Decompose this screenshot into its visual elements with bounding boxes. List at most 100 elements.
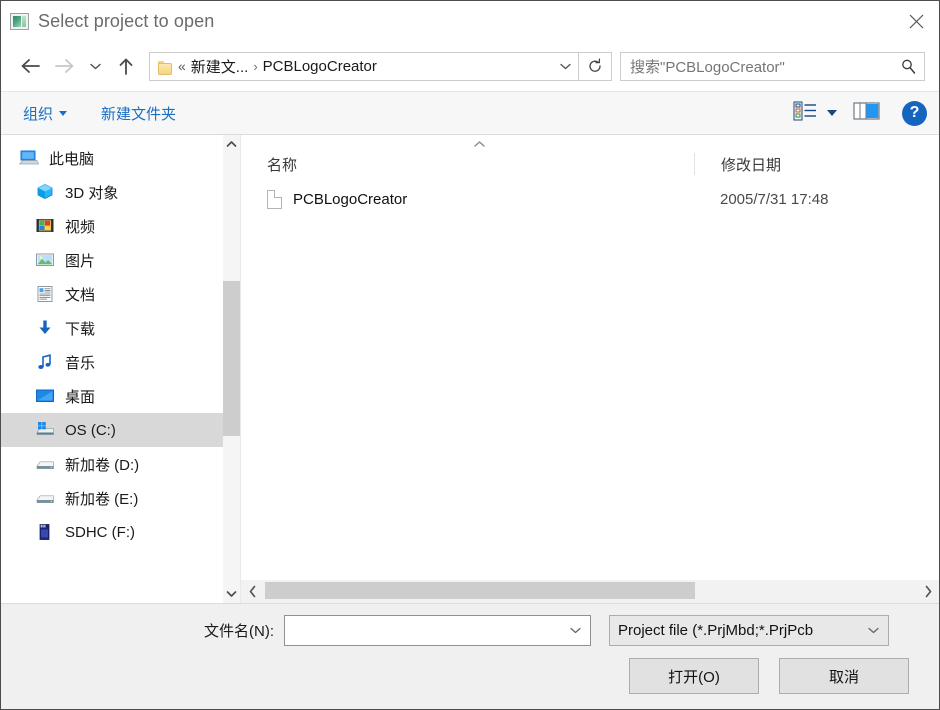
document-icon — [267, 189, 282, 209]
address-dropdown-chevron-icon[interactable] — [552, 53, 578, 80]
sidebar-item-label: 新加卷 (D:) — [65, 456, 140, 474]
new-folder-button[interactable]: 新建文件夹 — [101, 103, 176, 124]
sidebar-item-5[interactable]: 下载 — [1, 311, 223, 345]
sidebar-item-0[interactable]: 此电脑 — [1, 141, 223, 175]
preview-pane-icon — [853, 100, 880, 127]
back-arrow-icon[interactable] — [13, 49, 47, 83]
navigation-bar: « 新建文... › PCBLogoCreator 搜索"PCBLogoCrea… — [1, 41, 939, 91]
downloads-icon — [35, 319, 55, 337]
sidebar-item-9[interactable]: 新加卷 (D:) — [1, 447, 223, 481]
column-headers: 名称 修改日期 — [241, 146, 939, 182]
search-input[interactable]: 搜索"PCBLogoCreator" — [630, 56, 898, 77]
preview-pane-button[interactable] — [853, 100, 880, 127]
organize-button[interactable]: 组织 — [23, 103, 68, 124]
column-header-name[interactable]: 名称 — [241, 154, 694, 175]
file-list-horizontal-scrollbar[interactable] — [241, 580, 939, 603]
file-name-text: PCBLogoCreator — [293, 190, 408, 208]
documents-icon — [35, 285, 55, 303]
sidebar-item-3[interactable]: 图片 — [1, 243, 223, 277]
drive-icon — [35, 489, 55, 507]
scroll-thumb[interactable] — [265, 582, 695, 599]
sidebar-item-label: 桌面 — [65, 388, 96, 406]
drive-icon — [35, 455, 55, 473]
table-row[interactable]: PCBLogoCreator 2005/7/31 17:48 — [241, 182, 939, 216]
sidebar-item-label: 3D 对象 — [65, 184, 119, 202]
breadcrumb: « 新建文... › PCBLogoCreator — [150, 53, 552, 80]
pictures-icon — [35, 251, 55, 269]
scroll-track[interactable] — [263, 580, 917, 603]
windows-drive-icon — [35, 421, 55, 439]
column-header-date[interactable]: 修改日期 — [694, 153, 939, 175]
chevron-down-icon[interactable] — [862, 626, 884, 635]
file-rows: PCBLogoCreator 2005/7/31 17:48 — [241, 182, 939, 580]
breadcrumb-separator: › — [253, 58, 258, 74]
sidebar-item-8[interactable]: OS (C:) — [1, 413, 223, 447]
sort-indicator-row — [241, 135, 939, 147]
image-app-icon — [10, 12, 29, 30]
sidebar-item-label: 音乐 — [65, 354, 96, 372]
sidebar-item-7[interactable]: 桌面 — [1, 379, 223, 413]
title-bar: Select project to open — [1, 1, 939, 41]
sidebar-item-label: 此电脑 — [49, 150, 95, 168]
navigation-pane: 此电脑 3D 对象视频图片文档下载音乐桌面 OS (C:) 新加卷 (D:) 新加卷 (… — [1, 135, 241, 603]
scroll-track[interactable] — [223, 153, 240, 585]
folder-icon — [158, 60, 173, 75]
chevron-down-icon — [827, 110, 837, 116]
music-icon — [35, 353, 55, 371]
close-icon[interactable] — [893, 1, 939, 41]
3d-objects-icon — [35, 183, 55, 201]
scroll-up-arrow-icon[interactable] — [226, 135, 237, 153]
chevron-down-icon[interactable] — [564, 626, 586, 635]
sidebar-item-label: 新加卷 (E:) — [65, 490, 139, 508]
up-arrow-icon[interactable] — [109, 49, 143, 83]
sidebar-item-label: SDHC (F:) — [65, 523, 135, 541]
sdcard-icon — [35, 523, 55, 541]
sidebar-item-1[interactable]: 3D 对象 — [1, 175, 223, 209]
this-pc-icon — [18, 149, 40, 167]
search-icon[interactable] — [898, 58, 918, 75]
sidebar-item-label: OS (C:) — [65, 421, 116, 439]
scroll-down-arrow-icon[interactable] — [226, 585, 237, 603]
chevron-down-icon — [59, 110, 68, 116]
filetype-value: Project file (*.PrjMbd;*.PrjPcb — [618, 621, 814, 639]
dialog-body: 此电脑 3D 对象视频图片文档下载音乐桌面 OS (C:) 新加卷 (D:) 新加卷 (… — [1, 135, 939, 603]
desktop-icon — [35, 387, 55, 405]
dialog-footer: 文件名(N): Project file (*.PrjMbd;*.PrjPcb — [1, 603, 939, 709]
filetype-dropdown[interactable]: Project file (*.PrjMbd;*.PrjPcb — [609, 614, 889, 646]
file-date-cell: 2005/7/31 17:48 — [720, 190, 829, 208]
filename-row: 文件名(N): Project file (*.PrjMbd;*.PrjPcb — [1, 604, 939, 656]
sort-ascending-caret-icon — [473, 135, 486, 153]
help-button[interactable]: ? — [902, 100, 927, 126]
videos-icon — [35, 217, 55, 235]
sidebar-item-6[interactable]: 音乐 — [1, 345, 223, 379]
dialog-buttons: 打开(O) 取消 — [629, 658, 909, 694]
file-open-dialog: Select project to open « 新建文... › PCBLog… — [0, 0, 940, 710]
scroll-left-arrow-icon[interactable] — [241, 585, 263, 598]
window-title: Select project to open — [38, 10, 215, 31]
sidebar-item-label: 文档 — [65, 286, 96, 304]
sidebar-vertical-scrollbar[interactable] — [223, 135, 240, 603]
new-folder-label: 新建文件夹 — [101, 105, 177, 123]
sidebar-item-4[interactable]: 文档 — [1, 277, 223, 311]
file-list-pane: 名称 修改日期 PCBLogoCreator 2005/7/31 17:48 — [241, 135, 939, 603]
recent-locations-chevron-icon[interactable] — [81, 49, 109, 83]
breadcrumb-item-0[interactable]: 新建文... — [191, 56, 249, 77]
breadcrumb-item-1[interactable]: PCBLogoCreator — [263, 58, 377, 75]
sidebar-item-2[interactable]: 视频 — [1, 209, 223, 243]
refresh-icon[interactable] — [578, 52, 611, 80]
breadcrumb-overflow-icon[interactable]: « — [178, 59, 186, 73]
address-bar[interactable]: « 新建文... › PCBLogoCreator — [149, 51, 612, 81]
cancel-button[interactable]: 取消 — [779, 658, 909, 694]
scroll-right-arrow-icon[interactable] — [917, 585, 939, 598]
sidebar-item-10[interactable]: 新加卷 (E:) — [1, 481, 223, 515]
scroll-thumb[interactable] — [223, 281, 240, 436]
sidebar-item-11[interactable]: SDHC (F:) — [1, 515, 223, 549]
sidebar-tree: 此电脑 3D 对象视频图片文档下载音乐桌面 OS (C:) 新加卷 (D:) 新加卷 (… — [1, 135, 223, 603]
forward-arrow-icon — [47, 49, 81, 83]
filename-input[interactable] — [284, 614, 591, 646]
sidebar-item-label: 视频 — [65, 218, 96, 236]
open-button[interactable]: 打开(O) — [629, 658, 759, 694]
view-options-button[interactable] — [793, 100, 837, 127]
file-name-cell: PCBLogoCreator — [241, 189, 694, 209]
search-box[interactable]: 搜索"PCBLogoCreator" — [620, 51, 925, 81]
